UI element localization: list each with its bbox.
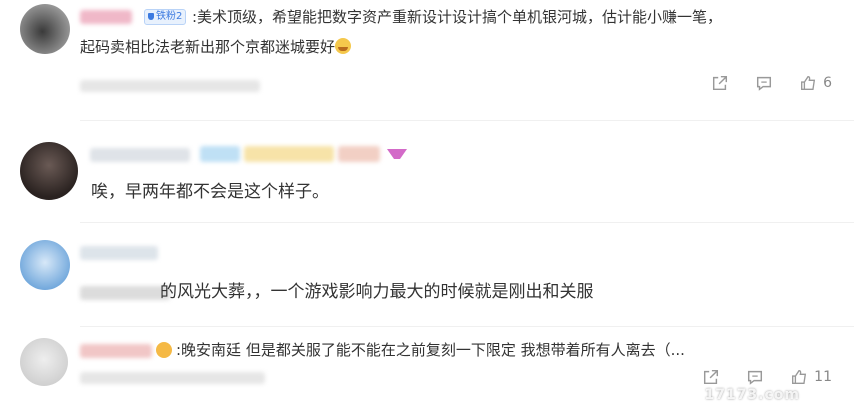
reply-button[interactable] [746, 368, 764, 386]
badge-icon [387, 149, 407, 159]
avatar[interactable] [20, 240, 70, 290]
share-button[interactable] [711, 74, 729, 92]
share-icon [704, 369, 719, 385]
thumbs-up-icon [801, 76, 816, 90]
fan-badge-label: 铁粉2 [156, 11, 183, 22]
comment-actions: 11 [702, 368, 832, 386]
avatar[interactable] [20, 4, 70, 54]
like-button[interactable]: 11 [790, 368, 832, 386]
like-count: 6 [823, 75, 832, 91]
avatar[interactable] [20, 142, 78, 200]
medal-strip-blurred [338, 146, 380, 162]
comment-text: :美术顶级，希望能把数字资产重新设计设计搞个单机银河城，估计能小赚一笔， [192, 8, 723, 26]
comment-meta-blurred [80, 80, 260, 92]
divider [80, 326, 854, 327]
comment-meta-blurred [80, 372, 265, 384]
comment-text-line2-content: 起码卖相比法老新出那个京都迷城要好 [80, 38, 336, 56]
shield-icon [148, 12, 154, 20]
username-blurred[interactable] [90, 148, 190, 162]
crown-icon [156, 342, 172, 358]
like-count: 11 [814, 369, 832, 385]
username-blurred[interactable] [80, 10, 132, 24]
laughing-emoji-icon [335, 38, 352, 54]
comment-text: :晚安南廷 但是都关服了能不能在之前复刻一下限定 我想带着所有人离去（... [176, 341, 685, 359]
like-button[interactable]: 6 [799, 74, 832, 92]
share-icon [713, 75, 728, 91]
reply-prefix-blurred [80, 286, 170, 300]
medal-strip-blurred [200, 146, 240, 162]
fan-badge: 铁粉2 [144, 9, 187, 25]
username-blurred[interactable] [80, 246, 158, 260]
medal-strip-blurred [244, 146, 334, 162]
watermark: 17173.com [704, 387, 800, 403]
comment-text-line2: 起码卖相比法老新出那个京都迷城要好 [80, 35, 352, 59]
username-blurred[interactable] [80, 344, 152, 358]
comment-actions: 6 [711, 74, 832, 92]
reply-button[interactable] [755, 74, 773, 92]
comment-2: 唉，早两年都不会是这个样子。 [0, 130, 854, 220]
comment-text: 的风光大葬，，一个游戏影响力最大的时候就是刚出和关服 [160, 282, 594, 302]
comment-1: 铁粉2 :美术顶级，希望能把数字资产重新设计设计搞个单机银河城，估计能小赚一笔，… [0, 0, 854, 110]
comment-3: 的风光大葬，，一个游戏影响力最大的时候就是刚出和关服 [0, 232, 854, 322]
divider [80, 120, 854, 121]
comment-icon [757, 76, 772, 91]
comment-text: 唉，早两年都不会是这个样子。 [91, 182, 329, 202]
avatar[interactable] [20, 338, 68, 386]
divider [80, 222, 854, 223]
share-button[interactable] [702, 368, 720, 386]
thumbs-up-icon [792, 370, 807, 384]
comment-icon [748, 370, 763, 385]
